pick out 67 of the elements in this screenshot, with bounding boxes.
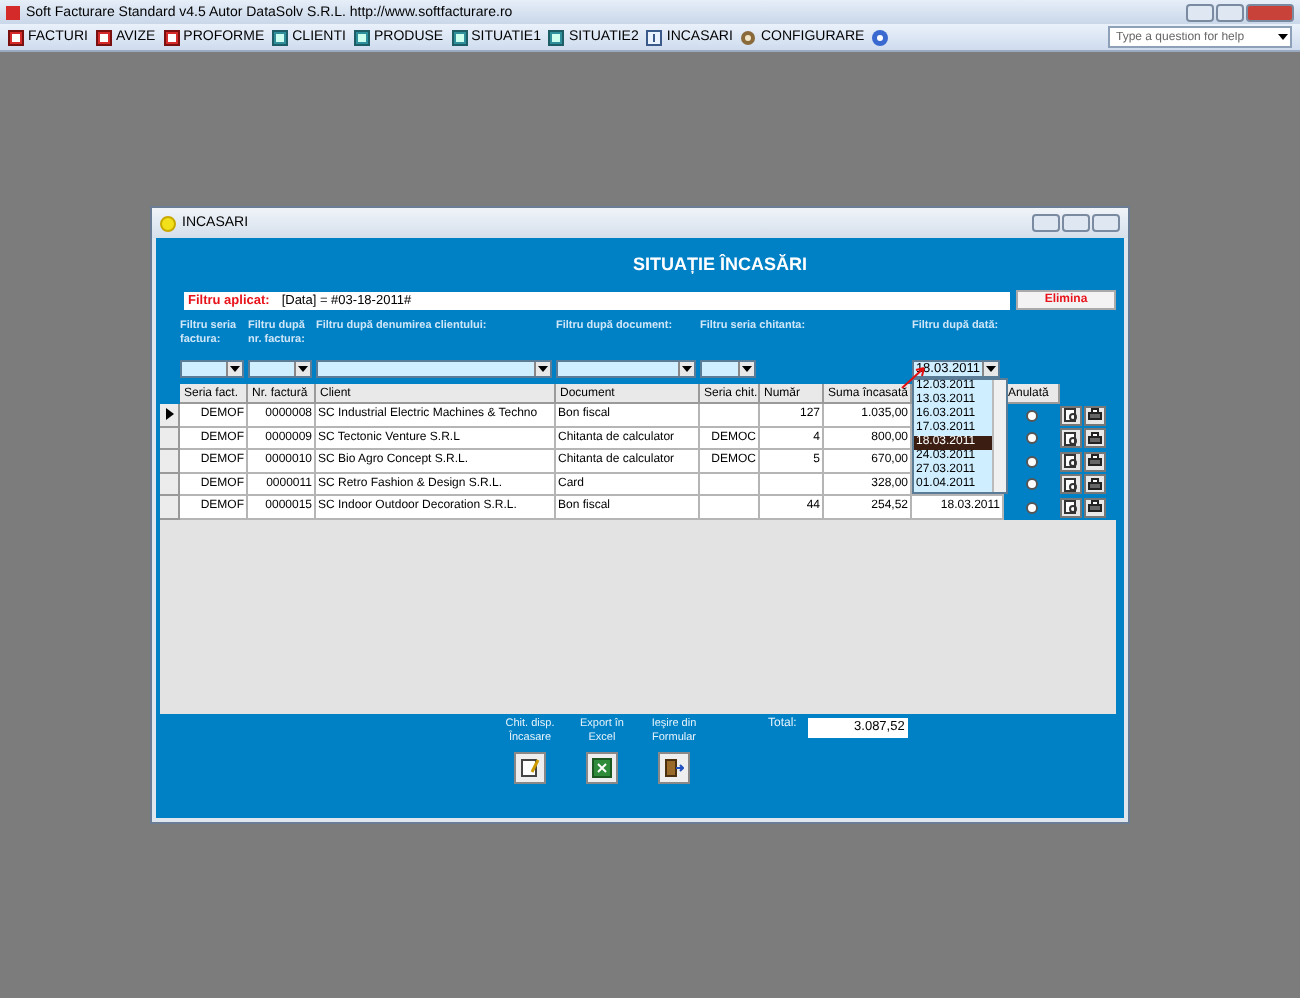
document-icon bbox=[95, 29, 112, 45]
print-button[interactable] bbox=[1084, 497, 1106, 518]
minimize-button[interactable] bbox=[1186, 3, 1214, 21]
form-heading: SITUAȚIE ÎNCASĂRI bbox=[632, 254, 807, 274]
filter-dropdown[interactable] bbox=[248, 360, 312, 378]
document-icon bbox=[548, 29, 565, 45]
scrollbar[interactable] bbox=[992, 380, 1006, 492]
preview-button[interactable] bbox=[1060, 474, 1082, 495]
form-icon bbox=[160, 215, 176, 231]
filter-dropdown[interactable] bbox=[700, 360, 756, 378]
maximize-button[interactable] bbox=[1216, 3, 1244, 21]
print-button[interactable] bbox=[1084, 451, 1106, 472]
document-icon bbox=[272, 29, 289, 45]
close-button[interactable] bbox=[1246, 3, 1294, 21]
print-button[interactable] bbox=[1084, 428, 1106, 449]
preview-button[interactable] bbox=[1060, 451, 1082, 472]
dropdown-arrow-icon bbox=[538, 366, 548, 372]
dropdown-arrow-icon bbox=[298, 366, 308, 372]
preview-button[interactable] bbox=[1060, 428, 1082, 449]
cancelled-radio[interactable] bbox=[1026, 501, 1038, 514]
document-search-icon bbox=[1064, 500, 1078, 515]
printer-icon bbox=[1088, 454, 1102, 469]
current-row-icon bbox=[165, 408, 173, 421]
preview-button[interactable] bbox=[1060, 405, 1082, 426]
printer-icon bbox=[1088, 477, 1102, 492]
help-icon[interactable] bbox=[872, 29, 889, 45]
cancelled-radio[interactable] bbox=[1026, 432, 1038, 445]
cancelled-radio[interactable] bbox=[1026, 478, 1038, 491]
document-search-icon bbox=[1064, 408, 1078, 423]
close-button[interactable] bbox=[1092, 214, 1120, 232]
filter-dropdown[interactable] bbox=[180, 360, 244, 378]
exit-door-icon bbox=[664, 758, 684, 778]
row-selector[interactable] bbox=[160, 404, 180, 427]
document-icon bbox=[163, 29, 180, 45]
document-icon bbox=[8, 29, 24, 45]
spreadsheet-icon bbox=[592, 758, 612, 778]
table-cell bbox=[700, 404, 760, 427]
app-icon bbox=[6, 5, 20, 19]
document-icon bbox=[451, 29, 468, 45]
restore-button[interactable] bbox=[1062, 214, 1090, 232]
document-search-icon bbox=[1064, 431, 1078, 446]
cancelled-radio[interactable] bbox=[1026, 409, 1038, 422]
cancelled-radio[interactable] bbox=[1026, 455, 1038, 468]
dropdown-arrow-icon bbox=[682, 366, 692, 372]
table-cell bbox=[700, 496, 760, 519]
action-button[interactable] bbox=[658, 752, 690, 784]
table-cell bbox=[760, 473, 824, 496]
printer-icon bbox=[1088, 408, 1102, 423]
document-icon bbox=[353, 29, 370, 45]
minimize-button[interactable] bbox=[1032, 214, 1060, 232]
action-button[interactable] bbox=[514, 752, 546, 784]
gear-icon bbox=[740, 29, 757, 45]
print-button[interactable] bbox=[1084, 405, 1106, 426]
info-icon bbox=[646, 29, 663, 45]
action-button[interactable] bbox=[586, 752, 618, 784]
printer-icon bbox=[1088, 500, 1102, 515]
edit-note-icon bbox=[520, 758, 540, 778]
document-search-icon bbox=[1064, 454, 1078, 469]
dropdown-arrow-icon bbox=[986, 366, 996, 372]
dropdown-arrow-icon bbox=[1278, 34, 1288, 40]
document-search-icon bbox=[1064, 477, 1078, 492]
table-cell bbox=[700, 473, 760, 496]
dropdown-arrow-icon bbox=[742, 366, 752, 372]
dropdown-arrow-icon bbox=[230, 366, 240, 372]
printer-icon bbox=[1088, 431, 1102, 446]
preview-button[interactable] bbox=[1060, 497, 1082, 518]
print-button[interactable] bbox=[1084, 474, 1106, 495]
